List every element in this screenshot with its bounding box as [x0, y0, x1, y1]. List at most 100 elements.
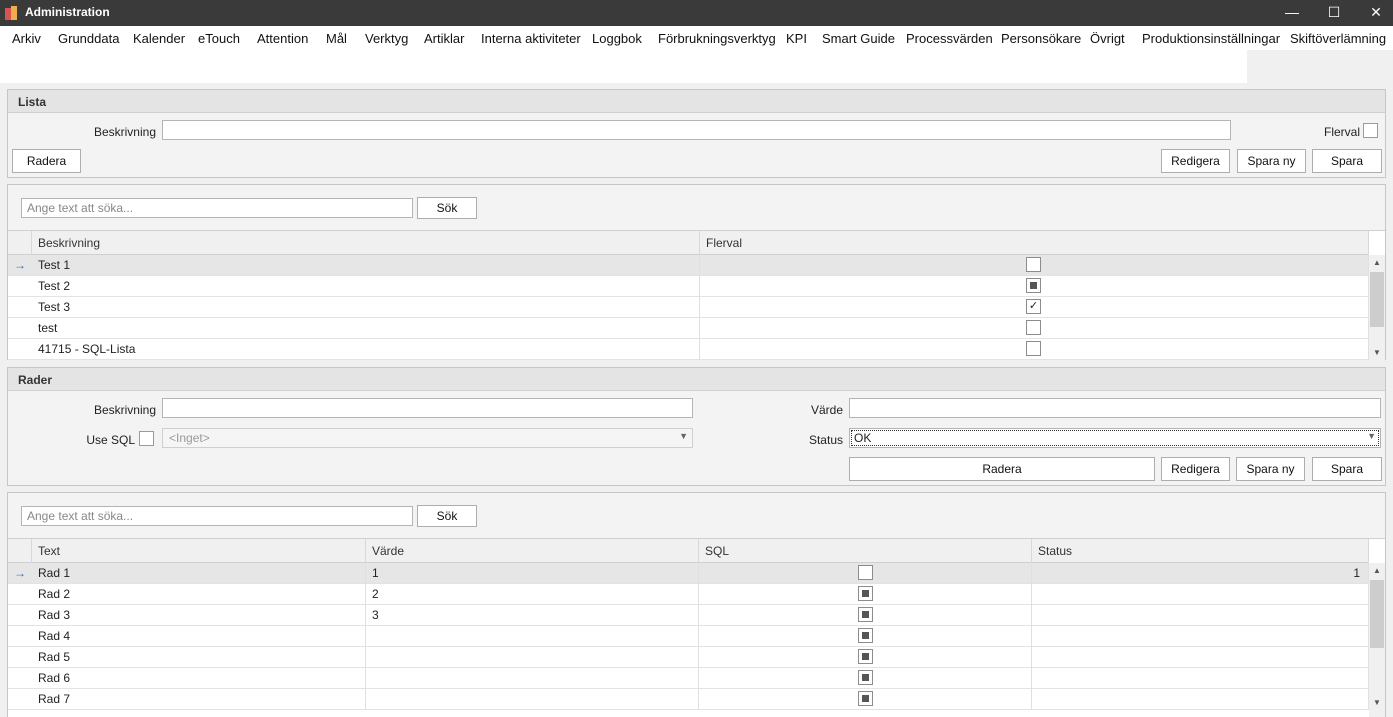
menu-interna-aktiviteter[interactable]: Interna aktiviteter [481, 31, 581, 46]
indeterminate-checkbox[interactable] [858, 670, 873, 685]
rows-row[interactable]: Rad 5 [8, 647, 1369, 668]
list-col-flerval[interactable]: Flerval [700, 231, 1369, 255]
maximize-button[interactable]: ☐ [1313, 0, 1355, 26]
checkbox[interactable] [1026, 257, 1041, 272]
scroll-down-icon[interactable]: ▼ [1369, 345, 1385, 361]
checkbox[interactable] [1026, 341, 1041, 356]
list-col-beskrivning[interactable]: Beskrivning [32, 231, 700, 255]
rader-spara-ny-button[interactable]: Spara ny [1236, 457, 1305, 481]
close-button[interactable]: ✕ [1355, 0, 1393, 26]
menu-smart-guide[interactable]: Smart Guide [822, 31, 895, 46]
lista-redigera-button[interactable]: Redigera [1161, 149, 1230, 173]
scroll-thumb[interactable] [1370, 272, 1384, 327]
rows-cell-varde: 2 [366, 584, 699, 605]
rows-col-sql[interactable]: SQL [699, 539, 1032, 563]
menu-ovrigt[interactable]: Övrigt [1090, 31, 1125, 46]
menu-loggbok[interactable]: Loggbok [592, 31, 642, 46]
menu-grunddata[interactable]: Grunddata [58, 31, 119, 46]
lista-spara-ny-button[interactable]: Spara ny [1237, 149, 1306, 173]
scroll-thumb[interactable] [1370, 580, 1384, 648]
chevron-down-icon[interactable]: ▼ [1367, 431, 1376, 441]
list-grid-scrollbar[interactable]: ▲ ▼ [1369, 255, 1385, 361]
rows-cell-sql [699, 689, 1032, 710]
rader-beskrivning-input[interactable] [162, 398, 693, 418]
menu-etouch[interactable]: eTouch [198, 31, 240, 46]
use-sql-checkbox[interactable] [139, 431, 154, 446]
rows-cell-varde [366, 668, 699, 689]
rader-beskrivning-label: Beskrivning [93, 403, 156, 417]
rows-row[interactable]: Rad 4 [8, 626, 1369, 647]
indeterminate-checkbox[interactable] [858, 628, 873, 643]
indeterminate-checkbox[interactable] [858, 586, 873, 601]
lista-panel-header: Lista [8, 90, 1385, 113]
scroll-down-icon[interactable]: ▼ [1369, 695, 1385, 711]
rows-col-varde[interactable]: Värde [366, 539, 699, 563]
menu-personsokare[interactable]: Personsökare [1001, 31, 1081, 46]
row-indicator [8, 605, 32, 626]
menu-kalender[interactable]: Kalender [133, 31, 185, 46]
menu-mal[interactable]: Mål [326, 31, 347, 46]
rows-row[interactable]: Rad 7 [8, 689, 1369, 710]
checkbox[interactable] [1026, 320, 1041, 335]
rows-search-input[interactable]: Ange text att söka... [21, 506, 413, 526]
minimize-button[interactable]: — [1271, 0, 1313, 26]
rows-search-button[interactable]: Sök [417, 505, 477, 527]
toolbar-area [0, 50, 1247, 83]
rows-cell-sql [699, 605, 1032, 626]
status-label: Status [808, 433, 843, 447]
rows-cell-sql [699, 626, 1032, 647]
list-cell-beskrivning: Test 2 [32, 276, 700, 297]
list-row[interactable]: Test 3 ✓ [8, 297, 1369, 318]
rows-grid-indicator-header [8, 539, 32, 563]
list-grid-header: Beskrivning Flerval [8, 231, 1369, 255]
list-row[interactable]: Test 2 [8, 276, 1369, 297]
menu-processvarden[interactable]: Processvärden [906, 31, 993, 46]
menu-produktionsinstallningar[interactable]: Produktionsinställningar [1142, 31, 1280, 46]
rows-col-text[interactable]: Text [32, 539, 366, 563]
scroll-up-icon[interactable]: ▲ [1369, 563, 1385, 579]
menu-attention[interactable]: Attention [257, 31, 308, 46]
menu-arkiv[interactable]: Arkiv [12, 31, 41, 46]
lista-spara-button[interactable]: Spara [1312, 149, 1382, 173]
checked-checkbox[interactable]: ✓ [1026, 299, 1041, 314]
rader-spara-button[interactable]: Spara [1312, 457, 1382, 481]
list-row[interactable]: test [8, 318, 1369, 339]
rows-grid-scrollbar[interactable]: ▲ ▼ [1369, 563, 1385, 717]
rader-panel: Rader Beskrivning Use SQL <Inget> ▼ Värd… [7, 367, 1386, 486]
list-search-button[interactable]: Sök [417, 197, 477, 219]
menu-kpi[interactable]: KPI [786, 31, 807, 46]
status-combo[interactable]: OK ▼ [849, 428, 1381, 448]
menu-forbrukningsverktyg[interactable]: Förbrukningsverktyg [658, 31, 776, 46]
rows-row[interactable]: Rad 33 [8, 605, 1369, 626]
rows-row[interactable]: → Rad 111 [8, 563, 1369, 584]
varde-input[interactable] [849, 398, 1381, 418]
app-icon [5, 6, 17, 20]
use-sql-label: Use SQL [86, 433, 135, 447]
list-grid-indicator-header [8, 231, 32, 255]
window-title: Administration [25, 5, 110, 19]
lista-radera-button[interactable]: Radera [12, 149, 81, 173]
menu-skiftoverlamning[interactable]: Skiftöverlämning [1290, 31, 1386, 46]
rader-redigera-button[interactable]: Redigera [1161, 457, 1230, 481]
rows-cell-varde [366, 689, 699, 710]
rows-row[interactable]: Rad 6 [8, 668, 1369, 689]
rows-cell-text: Rad 4 [32, 626, 366, 647]
indeterminate-checkbox[interactable] [858, 649, 873, 664]
lista-flerval-checkbox[interactable] [1363, 123, 1378, 138]
maximize-icon: ☐ [1327, 4, 1341, 20]
rader-radera-button[interactable]: Radera [849, 457, 1155, 481]
checkbox[interactable] [858, 565, 873, 580]
menu-artiklar[interactable]: Artiklar [424, 31, 464, 46]
rows-row[interactable]: Rad 22 [8, 584, 1369, 605]
list-row[interactable]: → Test 1 [8, 255, 1369, 276]
list-row[interactable]: 41715 - SQL-Lista [8, 339, 1369, 360]
rows-col-status[interactable]: Status [1032, 539, 1369, 563]
indeterminate-checkbox[interactable] [858, 691, 873, 706]
indeterminate-checkbox[interactable] [858, 607, 873, 622]
indeterminate-checkbox[interactable] [1026, 278, 1041, 293]
menu-verktyg[interactable]: Verktyg [365, 31, 408, 46]
list-search-input[interactable]: Ange text att söka... [21, 198, 413, 218]
lista-beskrivning-input[interactable] [162, 120, 1231, 140]
scroll-up-icon[interactable]: ▲ [1369, 255, 1385, 271]
rows-cell-status [1032, 626, 1369, 647]
